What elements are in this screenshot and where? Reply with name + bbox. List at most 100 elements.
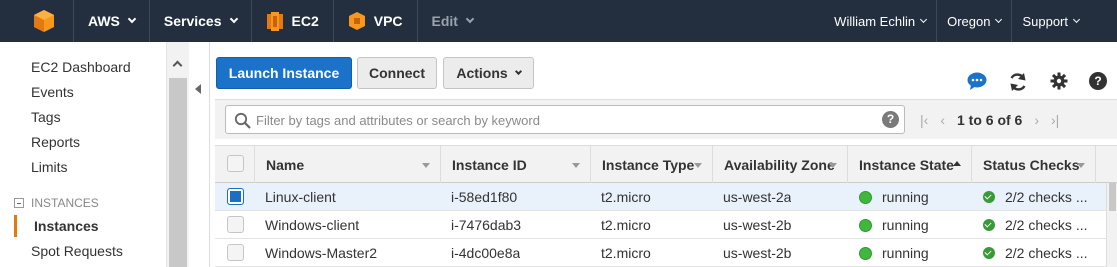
sidebar-item-ec2-dashboard[interactable]: EC2 Dashboard <box>31 59 131 75</box>
prev-page-icon[interactable]: ‹ <box>940 112 945 128</box>
column-header-label: Status Checks <box>983 156 1080 173</box>
search-box[interactable]: ? <box>225 105 905 134</box>
collapse-left-icon[interactable] <box>195 84 201 94</box>
filter-bar: ? |‹ ‹ 1 to 6 of 6 › ›| <box>215 99 1117 139</box>
active-indicator <box>14 215 17 237</box>
chevron-up-icon[interactable] <box>172 60 183 71</box>
actions-button-label: Actions <box>456 65 508 81</box>
support-menu-label: Support <box>1022 13 1068 29</box>
instance-id: i-58ed1f80 <box>451 189 518 205</box>
sidebar: EC2 Dashboard Events Tags Reports Limits… <box>0 42 166 267</box>
region-menu[interactable]: Oregon <box>936 0 1011 42</box>
sidebar-section-instances[interactable]: INSTANCES <box>14 196 99 210</box>
table-row[interactable]: Windows-client i-7476dab3 t2.micro us-we… <box>215 211 1117 239</box>
instance-id: i-7476dab3 <box>451 217 522 233</box>
instance-state-label: running <box>882 189 929 205</box>
instance-name: Windows-client <box>265 217 360 233</box>
column-header-label: Instance State <box>859 156 954 173</box>
search-icon <box>234 112 251 129</box>
chevron-down-icon <box>229 14 238 24</box>
scrollbar-thumb[interactable] <box>169 78 187 267</box>
sidebar-item-spot-requests[interactable]: Spot Requests <box>31 243 123 259</box>
edit-menu-label: Edit <box>431 13 458 29</box>
chevron-down-icon <box>920 15 928 23</box>
status-checks[interactable]: 2/2 checks ... <box>983 211 1103 239</box>
row-checkbox[interactable] <box>227 216 244 233</box>
chat-feedback-icon[interactable] <box>967 72 987 90</box>
first-page-icon[interactable]: |‹ <box>920 112 928 128</box>
help-icon[interactable]: ? <box>1089 72 1107 90</box>
running-status-icon <box>859 246 872 260</box>
column-header-label: Availability Zone <box>724 156 835 173</box>
refresh-icon[interactable] <box>1008 72 1028 92</box>
services-menu[interactable]: Services <box>150 0 252 42</box>
sidebar-item-tags[interactable]: Tags <box>31 109 61 125</box>
row-checkbox[interactable] <box>227 244 244 261</box>
ec2-shortcut-label: EC2 <box>291 13 319 29</box>
chevron-down-icon <box>1072 15 1081 23</box>
table-row[interactable]: Windows-Master2 i-4dc00e8a t2.micro us-w… <box>215 239 1117 267</box>
actions-button[interactable]: Actions <box>443 57 534 89</box>
instance-state: running <box>859 183 929 211</box>
column-header-instance-id[interactable]: Instance ID <box>441 146 591 183</box>
aws-menu[interactable]: AWS <box>74 0 150 42</box>
sidebar-collapse-strip[interactable] <box>189 42 210 267</box>
sort-icon <box>572 163 580 168</box>
ec2-service-icon <box>266 12 283 31</box>
check-passed-icon <box>983 191 995 203</box>
row-checkbox[interactable] <box>227 188 244 205</box>
top-nav-bar: AWS Services EC2 VPC Edit William Echlin… <box>0 0 1117 42</box>
aws-logo[interactable] <box>0 0 74 42</box>
status-checks-label: 2/2 checks ... <box>1005 245 1088 261</box>
search-input[interactable] <box>256 111 856 129</box>
sort-icon <box>694 163 702 168</box>
instance-state: running <box>859 211 929 239</box>
select-all-checkbox[interactable] <box>227 155 244 172</box>
column-header-availability-zone[interactable]: Availability Zone <box>713 146 848 183</box>
ec2-shortcut[interactable]: EC2 <box>252 0 334 42</box>
chevron-down-icon <box>465 14 475 24</box>
select-all-cell <box>215 146 255 183</box>
column-header-status-checks[interactable]: Status Checks <box>972 146 1096 183</box>
column-header-instance-type[interactable]: Instance Type <box>591 146 713 183</box>
status-checks-label: 2/2 checks ... <box>1005 189 1088 205</box>
table-row[interactable]: Linux-client i-58ed1f80 t2.micro us-west… <box>215 183 1117 211</box>
sidebar-item-instances[interactable]: Instances <box>34 218 99 234</box>
chevron-down-icon <box>995 15 1003 23</box>
running-status-icon <box>859 190 872 204</box>
instance-type: t2.micro <box>601 245 651 261</box>
sidebar-item-limits[interactable]: Limits <box>31 159 68 175</box>
user-menu[interactable]: William Echlin <box>824 0 936 42</box>
gear-icon[interactable] <box>1050 72 1068 90</box>
sidebar-item-reports[interactable]: Reports <box>31 134 80 150</box>
last-page-icon[interactable]: ›| <box>1051 112 1059 128</box>
instance-state-label: running <box>882 217 929 233</box>
availability-zone: us-west-2b <box>723 245 792 261</box>
check-passed-icon <box>983 219 995 231</box>
status-checks[interactable]: 2/2 checks ... <box>983 183 1103 211</box>
sidebar-scrollbar[interactable] <box>166 42 189 267</box>
support-menu[interactable]: Support <box>1011 0 1117 42</box>
connect-button[interactable]: Connect <box>357 57 437 89</box>
sort-icon <box>422 163 430 168</box>
instance-name: Windows-Master2 <box>265 245 378 261</box>
column-header-name[interactable]: Name <box>255 146 441 183</box>
sort-icon <box>829 163 837 168</box>
table-scrollbar[interactable] <box>1106 183 1117 267</box>
launch-instance-button[interactable]: Launch Instance <box>216 57 352 89</box>
instance-state: running <box>859 239 929 267</box>
scrollbar-thumb[interactable] <box>1109 183 1116 211</box>
next-page-icon[interactable]: › <box>1034 112 1039 128</box>
collapse-icon[interactable] <box>14 198 24 208</box>
instance-state-label: running <box>882 245 929 261</box>
vpc-shortcut[interactable]: VPC <box>334 0 418 42</box>
column-header-instance-state[interactable]: Instance State <box>848 146 972 183</box>
edit-menu[interactable]: Edit <box>418 0 487 42</box>
instance-id: i-4dc00e8a <box>451 245 521 261</box>
search-help-icon[interactable]: ? <box>882 111 899 128</box>
status-checks[interactable]: 2/2 checks ... <box>983 239 1103 267</box>
region-menu-label: Oregon <box>947 13 991 29</box>
sidebar-item-events[interactable]: Events <box>31 84 74 100</box>
sort-ascending-icon <box>953 161 961 166</box>
vpc-service-icon <box>348 12 365 30</box>
